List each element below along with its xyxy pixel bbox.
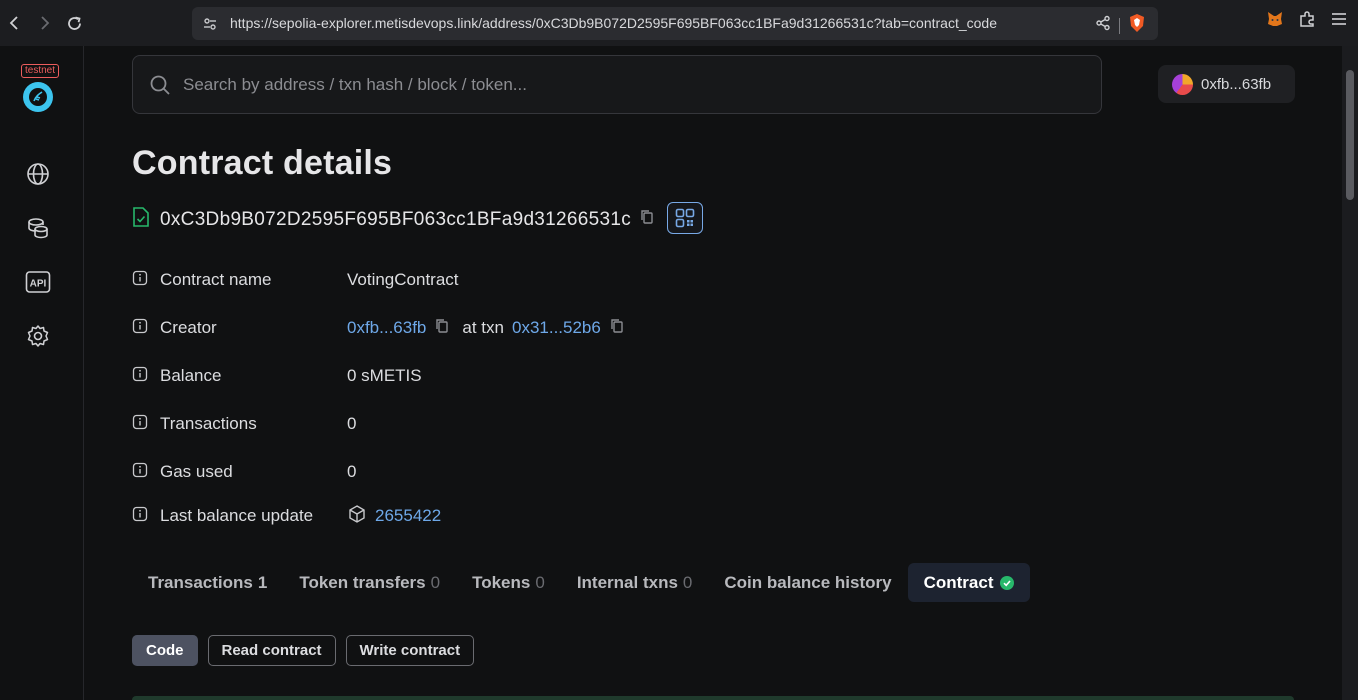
info-icon[interactable] — [132, 366, 148, 387]
qr-code-button[interactable] — [667, 202, 703, 234]
at-txn-label: at txn — [462, 318, 504, 337]
url-text[interactable]: https://sepolia-explorer.metisdevops.lin… — [230, 15, 997, 31]
extensions-puzzle-icon[interactable] — [1298, 10, 1316, 33]
tab-token-transfers[interactable]: Token transfers 0 — [283, 563, 456, 602]
search-box[interactable] — [132, 55, 1102, 114]
tab-coin-balance-history[interactable]: Coin balance history — [708, 563, 907, 602]
scrollbar-thumb[interactable] — [1346, 70, 1354, 200]
copy-icon[interactable] — [609, 318, 625, 339]
site-settings-icon[interactable] — [202, 16, 218, 37]
qr-code-icon — [675, 208, 695, 228]
transactions-value: 0 — [347, 414, 357, 433]
creator-value: 0xfb...63fb at txn 0x31...52b6 — [347, 318, 625, 339]
account-address: 0xfb...63fb — [1201, 75, 1272, 93]
code-button[interactable]: Code — [132, 635, 198, 666]
browser-toolbar: https://sepolia-explorer.metisdevops.lin… — [0, 0, 1358, 46]
verified-contract-icon — [132, 206, 150, 233]
transactions-row: Transactions 0 — [132, 412, 356, 436]
explorer-logo-icon[interactable] — [23, 82, 53, 112]
back-arrow-icon — [9, 16, 18, 30]
contract-name-row: Contract name VotingContract — [132, 268, 459, 292]
info-icon[interactable] — [132, 318, 148, 339]
reload-button[interactable] — [59, 8, 89, 38]
search-input[interactable] — [183, 73, 1063, 97]
forward-button[interactable] — [29, 8, 59, 38]
forward-arrow-icon — [41, 16, 50, 30]
reload-icon — [67, 16, 81, 30]
sidebar: testnet API — [0, 46, 84, 700]
page-title: Contract details — [132, 144, 393, 182]
write-contract-button[interactable]: Write contract — [345, 635, 475, 666]
verified-check-icon — [999, 575, 1014, 590]
creator-row: Creator 0xfb...63fb at txn 0x31...52b6 — [132, 316, 623, 340]
last-balance-update-value: 2655422 — [347, 504, 441, 529]
contract-name-label: Contract name — [160, 270, 272, 289]
info-icon[interactable] — [132, 506, 148, 527]
contract-address: 0xC3Db9B072D2595F695BF063cc1BFa9d3126653… — [160, 208, 632, 230]
creator-address-link[interactable]: 0xfb...63fb — [347, 318, 426, 338]
testnet-badge: testnet — [21, 64, 60, 78]
api-icon[interactable]: API — [24, 268, 52, 296]
search-icon — [149, 74, 171, 101]
balance-label: Balance — [160, 366, 222, 385]
gear-icon[interactable] — [24, 322, 52, 350]
contract-name-value: VotingContract — [347, 270, 459, 289]
verified-banner-edge — [132, 696, 1294, 700]
metamask-fox-icon[interactable] — [1266, 10, 1284, 33]
globe-icon[interactable] — [24, 160, 52, 188]
copy-icon[interactable] — [434, 318, 450, 339]
contract-address-row: 0xC3Db9B072D2595F695BF063cc1BFa9d3126653… — [132, 206, 655, 233]
account-button[interactable]: 0xfb...63fb — [1158, 65, 1295, 103]
tab-tokens[interactable]: Tokens 0 — [456, 563, 561, 602]
info-icon[interactable] — [132, 414, 148, 435]
creator-label: Creator — [160, 318, 217, 337]
gas-used-row: Gas used 0 — [132, 460, 356, 484]
info-icon[interactable] — [132, 270, 148, 291]
last-balance-update-row: Last balance update 2655422 — [132, 504, 441, 528]
back-button[interactable] — [0, 8, 30, 38]
last-balance-update-label: Last balance update — [160, 506, 314, 525]
divider — [1119, 17, 1120, 34]
address-tabs: Transactions 1 Token transfers 0 Tokens 0 I… — [132, 563, 1030, 602]
copy-icon[interactable] — [639, 209, 655, 230]
block-cube-icon — [347, 504, 367, 529]
balance-value: 0 sMETIS — [347, 366, 422, 385]
creator-txn-link[interactable]: 0x31...52b6 — [512, 318, 601, 338]
info-icon[interactable] — [132, 462, 148, 483]
coins-icon[interactable] — [24, 214, 52, 242]
tab-transactions[interactable]: Transactions 1 — [132, 563, 283, 602]
balance-row: Balance 0 sMETIS — [132, 364, 422, 388]
brave-shield-icon[interactable] — [1128, 13, 1146, 38]
page-scrollbar[interactable] — [1342, 46, 1358, 700]
block-number-link[interactable]: 2655422 — [375, 506, 441, 526]
address-bar[interactable]: https://sepolia-explorer.metisdevops.lin… — [192, 7, 1158, 40]
tab-internal-txns[interactable]: Internal txns 0 — [561, 563, 709, 602]
contract-subtabs: Code Read contract Write contract — [132, 635, 475, 666]
svg-text:API: API — [30, 279, 47, 290]
gas-used-value: 0 — [347, 462, 357, 481]
menu-hamburger-icon[interactable] — [1330, 10, 1348, 33]
transactions-label: Transactions — [160, 414, 257, 433]
read-contract-button[interactable]: Read contract — [207, 635, 336, 666]
tab-contract[interactable]: Contract — [907, 563, 1030, 602]
share-icon[interactable] — [1095, 15, 1111, 36]
account-avatar — [1172, 73, 1193, 95]
gas-used-label: Gas used — [160, 462, 233, 481]
